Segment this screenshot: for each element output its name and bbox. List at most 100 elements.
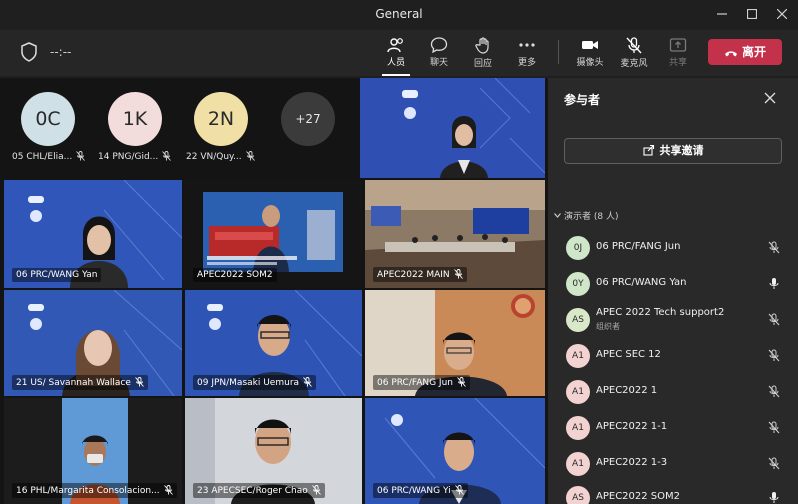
participant-avatar[interactable]: 0C (21, 92, 75, 146)
share-invite-label: 共享邀请 (659, 144, 704, 157)
more-label: 更多 (517, 58, 536, 68)
video-tile[interactable]: 06 PRC/WANG Yi (365, 398, 545, 504)
leave-button[interactable]: 离开 (708, 39, 782, 65)
video-tile-presenter[interactable] (360, 78, 545, 178)
participant-name: APEC2022 1-3 (596, 457, 668, 468)
tile-name-text: 23 APECSEC/Roger Chao (197, 486, 308, 496)
close-icon[interactable] (764, 92, 776, 104)
tile-name-label: 09 JPN/Masaki Uemura (193, 375, 317, 390)
avatar-name-text: 14 PNG/Gid... (98, 152, 159, 162)
minimize-button[interactable] (712, 5, 732, 25)
tile-name-text: 06 PRC/FANG Jun (377, 378, 453, 388)
tile-name-label: APEC2022 MAIN (373, 267, 467, 282)
participant-avatar[interactable]: 1K (108, 92, 162, 146)
participant-avatar: A1 (566, 380, 590, 404)
share-button[interactable]: 共享 (658, 35, 698, 73)
video-tile[interactable]: 09 JPN/Masaki Uemura (185, 290, 362, 396)
participant-avatar: AS (566, 308, 590, 332)
mic-off-icon (135, 377, 144, 387)
participant-name: APEC SEC 12 (596, 349, 661, 360)
meeting-timer: --:-- (50, 45, 72, 59)
share-invite-button[interactable]: 共享邀请 (564, 138, 782, 164)
title-bar: General (0, 0, 798, 30)
presenter-video-feed (360, 78, 545, 178)
organizer-role: 组织者 (596, 322, 620, 331)
maximize-button[interactable] (742, 5, 762, 25)
participant-row[interactable]: 0Y 06 PRC/WANG Yan (548, 268, 798, 300)
more-actions-button[interactable]: 更多 (507, 35, 547, 73)
presenters-group-header[interactable]: 演示者 (8 人) (554, 209, 618, 222)
video-tile[interactable]: 23 APECSEC/Roger Chao (185, 398, 362, 504)
participant-name: 14 PNG/Gid... (98, 151, 172, 162)
mic-off-icon (768, 457, 780, 470)
camera-button[interactable]: 摄像头 (570, 35, 610, 73)
participant-avatar: A1 (566, 344, 590, 368)
people-button[interactable]: 人员 (376, 35, 416, 76)
video-tile[interactable]: 21 US/ Savannah Wallace (4, 290, 182, 396)
mic-off-icon (76, 151, 86, 161)
mic-off-icon (626, 37, 642, 54)
share-icon (642, 144, 654, 156)
tile-name-label: APEC2022 SOM2 (193, 268, 277, 282)
audio-only-row: 0C 05 CHL/Elia... 1K 14 PNG/Gid... 2N 22… (0, 78, 360, 178)
participant-row[interactable]: AS APEC 2022 Tech support2 组织者 (548, 304, 798, 336)
video-tile[interactable]: 06 PRC/WANG Yan (4, 180, 182, 288)
participant-avatar[interactable]: 2N (194, 92, 248, 146)
mic-off-icon (457, 377, 466, 387)
participant-name: 22 VN/Quy... (186, 151, 255, 162)
mic-label: 麦克风 (620, 59, 648, 69)
mic-on-icon (769, 278, 779, 289)
mic-button[interactable]: 麦克风 (614, 35, 654, 73)
participant-name: APEC 2022 Tech support2 (596, 307, 725, 318)
video-tile-selected[interactable]: APEC2022 SOM2 (185, 180, 362, 288)
tile-name-text: 06 PRC/WANG Yi (377, 486, 451, 496)
participant-name: APEC2022 1 (596, 385, 658, 396)
people-icon (387, 38, 403, 53)
participant-row[interactable]: AS APEC2022 SOM2 (548, 482, 798, 504)
shield-icon[interactable] (20, 42, 38, 62)
mic-off-icon (163, 485, 173, 495)
tile-name-text: APEC2022 MAIN (377, 270, 450, 280)
participant-name: 06 PRC/WANG Yan (596, 277, 687, 288)
leave-label: 离开 (741, 45, 766, 59)
chat-icon (430, 37, 448, 53)
group-label: 演示者 (8 人) (564, 212, 619, 222)
participant-row[interactable]: A1 APEC2022 1-1 (548, 412, 798, 444)
tile-name-label: 21 US/ Savannah Wallace (12, 375, 148, 390)
participant-avatar: A1 (566, 452, 590, 476)
meeting-toolbar: --:-- 人员 聊天 回应 更多 摄像头 麦克风 共享 离开 (0, 30, 798, 76)
participant-row[interactable]: A1 APEC2022 1 (548, 376, 798, 408)
mic-off-icon (768, 349, 780, 362)
participant-row[interactable]: A1 APEC2022 1-3 (548, 448, 798, 480)
raise-hand-label: 回应 (473, 59, 492, 69)
mic-off-icon (245, 151, 255, 161)
panel-title: 参与者 (564, 93, 601, 107)
raise-hand-button[interactable]: 回应 (463, 35, 503, 73)
mic-off-icon (311, 485, 321, 495)
chevron-down-icon (554, 213, 561, 218)
avatar-name-text: 22 VN/Quy... (186, 152, 242, 162)
participant-row[interactable]: 0J 06 PRC/FANG Jun (548, 232, 798, 264)
hand-icon (475, 37, 489, 54)
participant-avatar: AS (566, 486, 590, 504)
participant-name: APEC2022 1-1 (596, 421, 668, 432)
chat-button[interactable]: 聊天 (419, 35, 459, 73)
more-participants-button[interactable]: +27 (281, 92, 335, 146)
video-tile[interactable]: 16 PHL/Margarita Consolacion... (4, 398, 182, 504)
participants-panel: 参与者 共享邀请 演示者 (8 人) 0J 06 PRC/FANG Jun 0Y… (548, 78, 798, 504)
participant-name: 06 PRC/FANG Jun (596, 241, 681, 252)
video-tile[interactable]: 06 PRC/FANG Jun (365, 290, 545, 396)
tile-name-label: 06 PRC/WANG Yi (373, 483, 468, 498)
tile-name-label: 16 PHL/Margarita Consolacion... (12, 483, 177, 498)
video-stage: 0C 05 CHL/Elia... 1K 14 PNG/Gid... 2N 22… (0, 78, 548, 504)
mic-off-icon (454, 485, 464, 495)
mic-off-icon (768, 421, 780, 434)
mic-off-icon (768, 313, 780, 326)
participant-row[interactable]: A1 APEC SEC 12 (548, 340, 798, 372)
camera-icon (582, 41, 598, 49)
video-tile[interactable]: APEC2022 MAIN (365, 180, 545, 288)
avatar-name-text: 05 CHL/Elia... (12, 152, 73, 162)
close-window-button[interactable] (772, 5, 792, 25)
tile-name-text: 21 US/ Savannah Wallace (16, 378, 131, 388)
mic-on-icon (769, 492, 779, 503)
